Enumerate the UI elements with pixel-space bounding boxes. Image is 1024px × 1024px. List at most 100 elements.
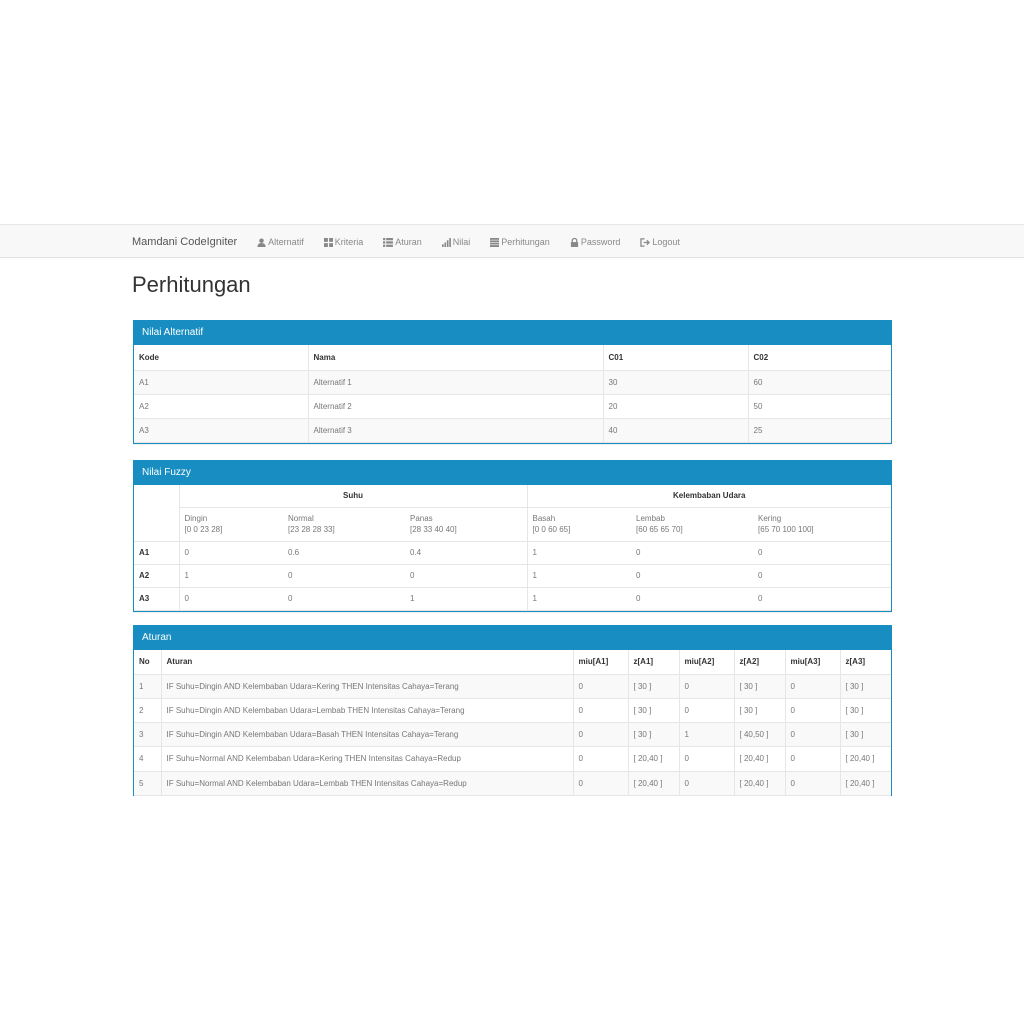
table-cell: 0 [753,587,891,611]
table-cell: 0 [753,541,891,565]
table-cell: IF Suhu=Dingin AND Kelembaban Udara=Keri… [160,674,573,699]
table-icon [490,237,500,247]
table-row: A1 Alternatif 1 30 60 [134,370,891,395]
table-row: A2 1 0 0 1 0 0 [134,564,891,588]
column-header: Nama [307,345,603,371]
table-cell: [ 30 ] [839,674,891,699]
panel-heading: Nilai Alternatif [133,320,892,345]
table-row: A3 Alternatif 3 40 25 [134,418,891,443]
table-row: 2 IF Suhu=Dingin AND Kelembaban Udara=Le… [134,698,891,723]
table-cell: 0 [631,564,754,588]
column-header: Kode [134,345,308,371]
panel-nilai-alternatif: Nilai Alternatif Kode Nama C01 C02 A1 Al… [133,320,892,444]
nav-item-label: Perhitungan [501,237,550,247]
table-cell: 1 [405,587,528,611]
table-cell: 0 [784,722,840,747]
table-cell: 0 [678,698,734,723]
table-cell: Alternatif 2 [307,394,603,419]
fuzzy-set-dingin: Dingin [0 0 23 28] [178,507,283,542]
table-cell: 0 [572,698,628,723]
group-header-kelembaban: Kelembaban Udara [526,485,891,508]
table-cell: 0 [678,746,734,772]
table-cell: [ 30 ] [627,698,679,723]
table-cell: Alternatif 1 [307,370,603,395]
panel-nilai-fuzzy: Nilai Fuzzy Suhu Kelembaban Udara Dingin… [133,460,892,612]
table-cell: 0 [572,722,628,747]
logout-icon [640,237,651,247]
table-cell: 1 [526,541,632,565]
table-cell: 40 [602,418,748,443]
table-cell: 4 [134,746,161,772]
nav-item-logout[interactable]: Logout [640,237,680,247]
table-cell: IF Suhu=Normal AND Kelembaban Udara=Keri… [160,746,573,772]
table-cell: A1 [134,370,308,395]
row-header: A3 [134,587,179,611]
table-cell: 0 [784,771,840,796]
panel-heading: Nilai Fuzzy [133,460,892,485]
page-title: Perhitungan [132,272,251,297]
row-header-blank [134,485,179,542]
nav-item-label: Nilai [452,237,471,247]
table-cell: [ 20,40 ] [733,746,785,772]
user-icon [257,237,266,247]
nav-item-aturan[interactable]: Aturan [383,237,422,247]
table-cell: A3 [134,418,308,443]
table-cell: 25 [747,418,891,443]
column-header: z[A3] [839,650,891,675]
nav-item-kriteria[interactable]: Kriteria [323,237,364,247]
row-header: A2 [134,564,179,588]
table-cell: 0 [678,771,734,796]
aturan-table: No Aturan miu[A1] z[A1] miu[A2] z[A2] mi… [134,650,891,796]
table-cell: 60 [747,370,891,395]
table-cell: 0 [283,587,405,611]
nav-item-alternatif[interactable]: Alternatif [257,237,304,247]
table-cell: 0 [405,564,528,588]
table-cell: [ 30 ] [839,698,891,723]
column-header: Aturan [160,650,573,675]
table-cell: 0 [631,587,754,611]
column-header: miu[A3] [784,650,840,675]
nav-item-label: Kriteria [334,237,364,247]
nav-item-label: Alternatif [268,237,304,247]
table-cell: 1 [134,674,161,699]
navbar-brand[interactable]: Mamdani CodeIgniter [132,236,237,248]
column-header: miu[A1] [572,650,628,675]
table-cell: 0 [283,564,405,588]
table-row: 3 IF Suhu=Dingin AND Kelembaban Udara=Ba… [134,722,891,747]
table-cell: 0 [572,771,628,796]
table-cell: 0 [678,674,734,699]
table-cell: 0 [784,746,840,772]
table-cell: 1 [526,587,632,611]
fuzzy-set-panas: Panas [28 33 40 40] [405,507,528,542]
table-cell: 20 [602,394,748,419]
column-header: miu[A2] [678,650,734,675]
table-row: 1 IF Suhu=Dingin AND Kelembaban Udara=Ke… [134,674,891,699]
table-cell: IF Suhu=Dingin AND Kelembaban Udara=Lemb… [160,698,573,723]
fuzzy-set-kering: Kering [65 70 100 100] [753,507,891,542]
nilai-alternatif-table: Kode Nama C01 C02 A1 Alternatif 1 30 60 … [134,345,891,443]
fuzzy-set-normal: Normal [23 28 28 33] [283,507,405,542]
table-cell: 0.4 [405,541,528,565]
table-cell: [ 20,40 ] [627,771,679,796]
nav-item-nilai[interactable]: Nilai [441,237,471,247]
table-cell: 3 [134,722,161,747]
fuzzy-set-lembab: Lembab [60 65 65 70] [631,507,754,542]
nav-item-label: Logout [652,237,680,247]
nav-item-perhitungan[interactable]: Perhitungan [490,237,550,247]
signal-icon [441,237,451,247]
table-cell: 30 [602,370,748,395]
table-cell: 0 [572,746,628,772]
grid-icon [323,237,333,247]
table-cell: [ 20,40 ] [839,771,891,796]
table-cell: 0 [784,698,840,723]
column-header: No [134,650,161,675]
table-cell: [ 20,40 ] [733,771,785,796]
nav-item-label: Password [580,237,621,247]
row-header: A1 [134,541,179,565]
nav-item-password[interactable]: Password [570,237,621,247]
nilai-fuzzy-table: Suhu Kelembaban Udara Dingin [0 0 23 28] … [134,485,891,611]
column-header: C02 [747,345,891,371]
table-cell: IF Suhu=Dingin AND Kelembaban Udara=Basa… [160,722,573,747]
nav-item-label: Aturan [395,237,422,247]
navbar: Mamdani CodeIgniter Alternatif Kriteria … [0,224,1024,258]
